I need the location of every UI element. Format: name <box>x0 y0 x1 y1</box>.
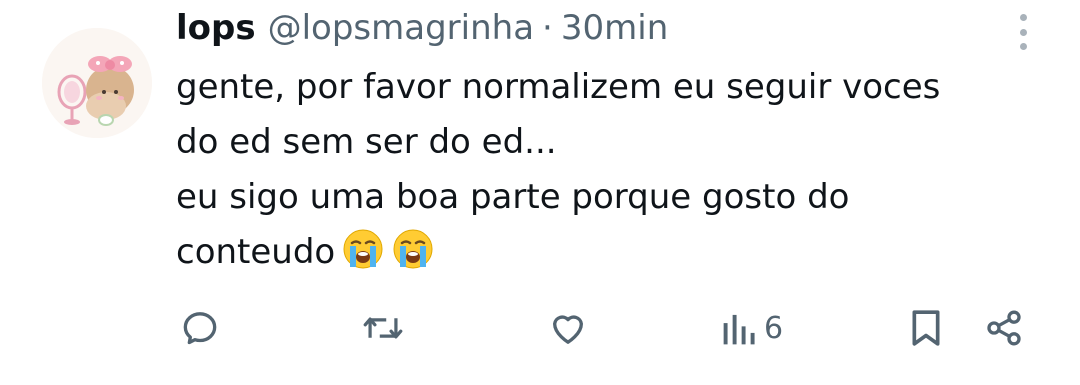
more-dot <box>1019 28 1027 36</box>
tweet-header: lops @lopsmagrinha · 30min <box>176 6 668 50</box>
loudly-crying-face-icon <box>341 227 385 288</box>
more-dot <box>1019 14 1027 21</box>
user-handle[interactable]: @lopsmagrinha <box>268 6 534 50</box>
tweet-line: gente, por favor normalizem eu seguir vo… <box>176 67 941 107</box>
bookmark-icon <box>912 310 940 346</box>
retweet-button[interactable] <box>362 306 404 350</box>
display-name[interactable]: lops <box>176 6 256 50</box>
action-bar: 6 <box>0 306 1080 350</box>
bookmark-button[interactable] <box>908 306 944 350</box>
retweet-icon <box>363 317 403 339</box>
avatar-illustration <box>42 28 152 138</box>
timestamp[interactable]: 30min <box>561 6 668 50</box>
views-button[interactable]: 6 <box>722 306 783 350</box>
tweet-text: gente, por favor normalizem eu seguir vo… <box>176 60 1046 288</box>
tweet-line: eu sigo uma boa parte porque gosto do <box>176 177 850 217</box>
tweet-line-last: conteudo <box>176 225 1046 288</box>
views-count: 6 <box>764 310 784 346</box>
share-icon <box>987 310 1021 346</box>
tweet-line: conteudo <box>176 232 336 272</box>
like-button[interactable] <box>548 306 588 350</box>
reply-button[interactable] <box>180 306 220 350</box>
reply-icon <box>183 312 217 345</box>
share-button[interactable] <box>984 306 1024 350</box>
avatar[interactable] <box>42 28 152 138</box>
tweet-line: do ed sem ser do ed... <box>176 122 557 162</box>
views-chart-icon <box>723 314 755 345</box>
tweet[interactable]: lops @lopsmagrinha · 30min gente, por fa… <box>0 0 1080 385</box>
more-dot <box>1019 43 1027 50</box>
more-options-icon[interactable] <box>1008 14 1038 50</box>
separator: · <box>542 8 553 48</box>
heart-icon <box>553 315 583 344</box>
loudly-crying-face-icon <box>391 227 435 288</box>
